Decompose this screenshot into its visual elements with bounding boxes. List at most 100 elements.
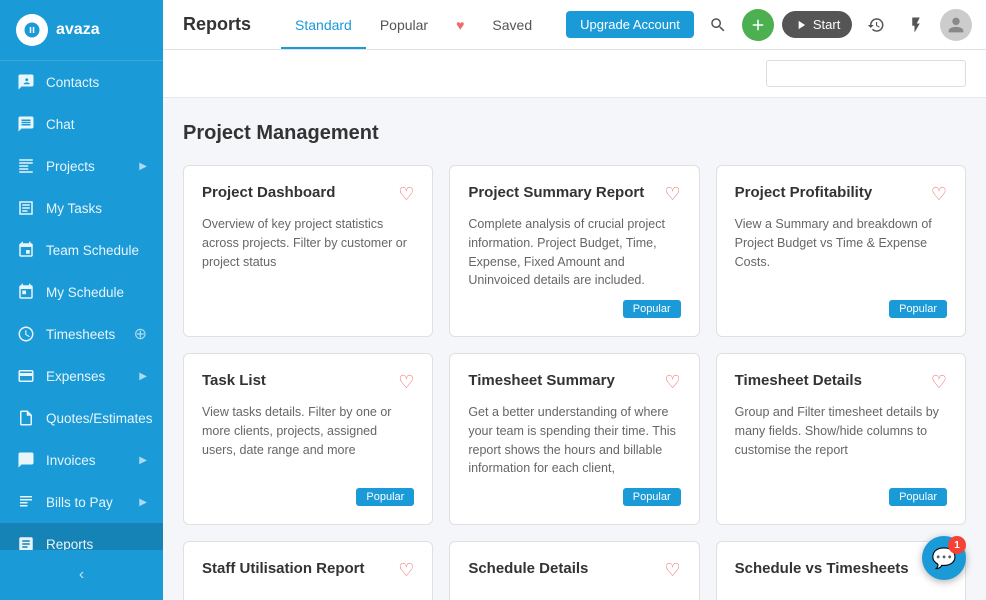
- sidebar-item-team-schedule-label: Team Schedule: [46, 243, 147, 258]
- card-title: Task List: [202, 372, 398, 389]
- card-header: Task List ♡: [202, 372, 414, 393]
- card-staff-utilisation: Staff Utilisation Report ♡: [183, 541, 433, 600]
- favorite-icon[interactable]: ♡: [398, 372, 414, 393]
- sidebar-item-chat-label: Chat: [46, 117, 147, 132]
- card-footer: Popular: [735, 300, 947, 318]
- sidebar-item-invoices-label: Invoices: [46, 453, 139, 468]
- sidebar-item-projects[interactable]: Projects ▶: [0, 145, 163, 187]
- card-header: Schedule Details ♡: [468, 560, 680, 581]
- heart-icon: ♥: [456, 17, 464, 33]
- card-header: Schedule vs Timesheets ♡: [735, 560, 947, 581]
- favorite-icon[interactable]: ♡: [665, 372, 681, 393]
- popular-badge: Popular: [889, 488, 947, 506]
- history-button[interactable]: [860, 9, 892, 41]
- card-description: Group and Filter timesheet details by ma…: [735, 403, 947, 478]
- card-footer: Popular: [468, 488, 680, 506]
- sidebar-item-my-schedule[interactable]: My Schedule: [0, 271, 163, 313]
- sidebar-item-timesheets[interactable]: Timesheets ⊕: [0, 313, 163, 355]
- tasks-icon: [16, 198, 36, 218]
- tab-popular[interactable]: Popular: [366, 0, 442, 49]
- expenses-arrow: ▶: [139, 371, 147, 382]
- projects-arrow: ▶: [139, 161, 147, 172]
- contacts-icon: [16, 72, 36, 92]
- card-project-summary: Project Summary Report ♡ Complete analys…: [449, 165, 699, 337]
- card-title: Schedule Details: [468, 560, 664, 577]
- upgrade-button[interactable]: Upgrade Account: [566, 11, 694, 38]
- sidebar-item-my-tasks[interactable]: My Tasks: [0, 187, 163, 229]
- sidebar-item-reports-label: Reports: [46, 537, 147, 551]
- sidebar: avaza Contacts Chat Projects ▶: [0, 0, 163, 600]
- logo-text: avaza: [56, 21, 100, 39]
- lightning-button[interactable]: [900, 9, 932, 41]
- cards-row-2: Task List ♡ View tasks details. Filter b…: [183, 353, 966, 525]
- logo-area[interactable]: avaza: [0, 0, 163, 61]
- popular-badge: Popular: [623, 300, 681, 318]
- cards-row-1: Project Dashboard ♡ Overview of key proj…: [183, 165, 966, 337]
- favorite-icon[interactable]: ♡: [931, 372, 947, 393]
- popular-badge: Popular: [356, 488, 414, 506]
- sidebar-item-invoices[interactable]: Invoices ▶: [0, 439, 163, 481]
- sidebar-item-my-tasks-label: My Tasks: [46, 201, 147, 216]
- card-title: Schedule vs Timesheets: [735, 560, 931, 577]
- topbar-tabs: Standard Popular ♥ Saved: [281, 0, 546, 49]
- search-bar-area: [163, 50, 986, 98]
- card-footer: Popular: [468, 300, 680, 318]
- add-button[interactable]: [742, 9, 774, 41]
- card-title: Project Dashboard: [202, 184, 398, 201]
- favorite-icon[interactable]: ♡: [665, 560, 681, 581]
- favorite-icon[interactable]: ♡: [665, 184, 681, 205]
- chat-bubble[interactable]: 💬 1: [922, 536, 966, 580]
- card-task-list: Task List ♡ View tasks details. Filter b…: [183, 353, 433, 525]
- favorite-icon[interactable]: ♡: [931, 184, 947, 205]
- sidebar-item-expenses[interactable]: Expenses ▶: [0, 355, 163, 397]
- sidebar-item-team-schedule[interactable]: Team Schedule: [0, 229, 163, 271]
- my-schedule-icon: [16, 282, 36, 302]
- bills-icon: [16, 492, 36, 512]
- card-description: View a Summary and breakdown of Project …: [735, 215, 947, 290]
- avatar[interactable]: [940, 9, 972, 41]
- sidebar-item-my-schedule-label: My Schedule: [46, 285, 147, 300]
- topbar-actions: Upgrade Account Start: [566, 9, 972, 41]
- card-title: Project Summary Report: [468, 184, 664, 201]
- card-footer: Popular: [202, 488, 414, 506]
- sidebar-item-contacts[interactable]: Contacts: [0, 61, 163, 103]
- card-description: Overview of key project statistics acros…: [202, 215, 414, 318]
- sidebar-item-reports[interactable]: Reports: [0, 523, 163, 550]
- reports-icon: [16, 534, 36, 550]
- sidebar-item-quotes[interactable]: Quotes/Estimates: [0, 397, 163, 439]
- favorite-icon[interactable]: ♡: [398, 184, 414, 205]
- card-footer: Popular: [735, 488, 947, 506]
- timesheets-icon: [16, 324, 36, 344]
- card-header: Project Profitability ♡: [735, 184, 947, 205]
- topbar: Reports Standard Popular ♥ Saved Upgrade…: [163, 0, 986, 50]
- card-timesheet-details: Timesheet Details ♡ Group and Filter tim…: [716, 353, 966, 525]
- chat-badge: 1: [948, 536, 966, 554]
- card-header: Staff Utilisation Report ♡: [202, 560, 414, 581]
- card-title: Timesheet Summary: [468, 372, 664, 389]
- favorite-icon[interactable]: ♡: [398, 560, 414, 581]
- start-button[interactable]: Start: [782, 11, 852, 38]
- collapse-button[interactable]: ‹: [16, 560, 147, 590]
- card-project-dashboard: Project Dashboard ♡ Overview of key proj…: [183, 165, 433, 337]
- section-title: Project Management: [183, 122, 966, 145]
- card-title: Project Profitability: [735, 184, 931, 201]
- tab-standard[interactable]: Standard: [281, 0, 366, 49]
- card-title: Timesheet Details: [735, 372, 931, 389]
- card-description: Complete analysis of crucial project inf…: [468, 215, 680, 290]
- cards-row-3: Staff Utilisation Report ♡ Schedule Deta…: [183, 541, 966, 600]
- search-button[interactable]: [702, 9, 734, 41]
- timesheets-add-icon[interactable]: ⊕: [134, 324, 147, 344]
- tab-saved[interactable]: Saved: [478, 0, 546, 49]
- invoices-arrow: ▶: [139, 455, 147, 466]
- sidebar-nav: Contacts Chat Projects ▶ My Tasks: [0, 61, 163, 550]
- sidebar-item-bills[interactable]: Bills to Pay ▶: [0, 481, 163, 523]
- card-header: Timesheet Summary ♡: [468, 372, 680, 393]
- tab-heart[interactable]: ♥: [442, 0, 478, 49]
- report-search-input[interactable]: [766, 60, 966, 87]
- sidebar-item-timesheets-label: Timesheets: [46, 327, 134, 342]
- sidebar-item-chat[interactable]: Chat: [0, 103, 163, 145]
- main-content: Reports Standard Popular ♥ Saved Upgrade…: [163, 0, 986, 600]
- bills-arrow: ▶: [139, 497, 147, 508]
- sidebar-item-projects-label: Projects: [46, 159, 139, 174]
- card-header: Project Dashboard ♡: [202, 184, 414, 205]
